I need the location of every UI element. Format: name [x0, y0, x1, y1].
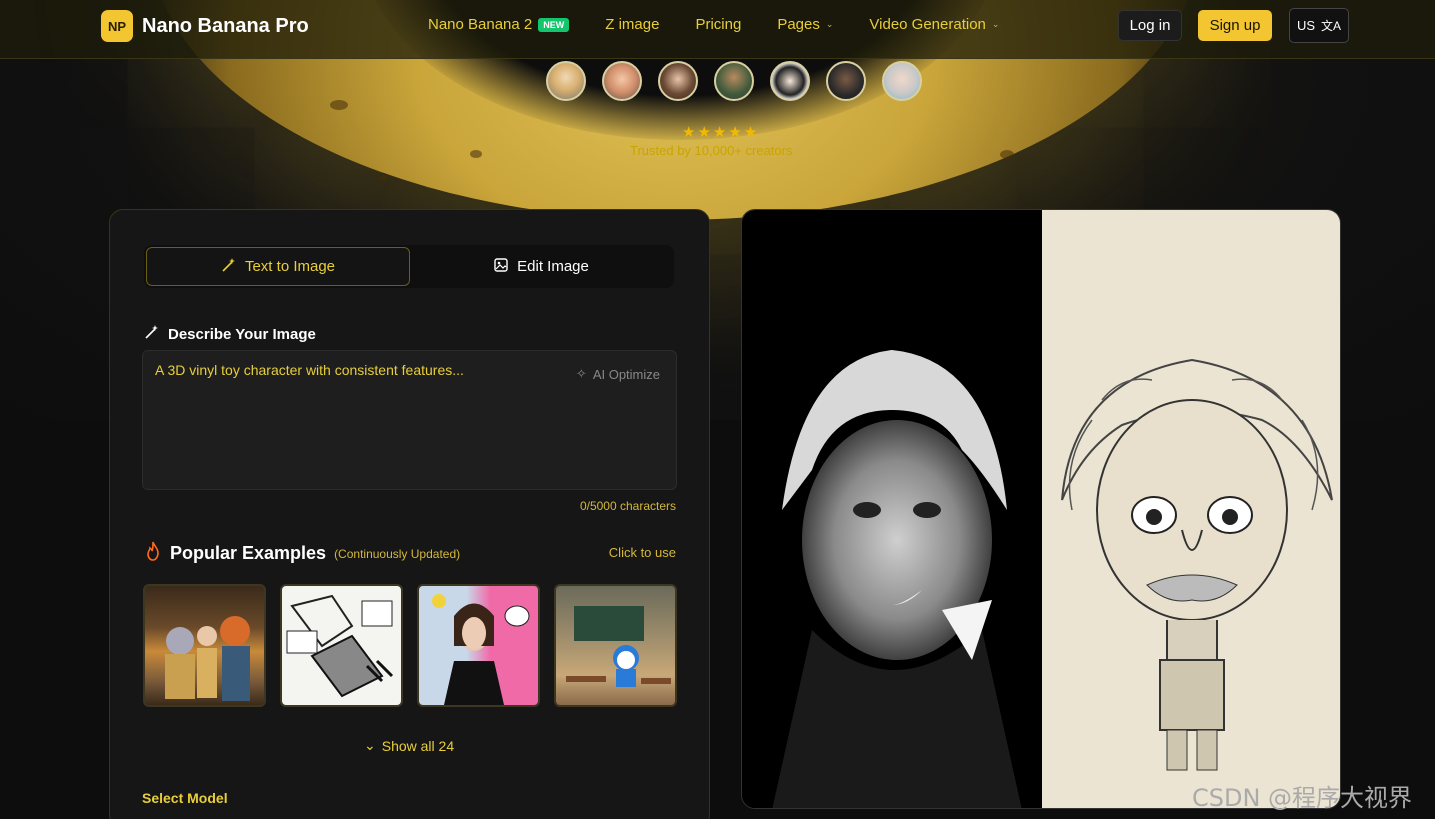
example-thumbnail[interactable]	[417, 584, 540, 707]
banana-spot	[330, 100, 348, 110]
tab-label: Edit Image	[517, 258, 589, 275]
sparkle-icon: ✧	[575, 366, 587, 381]
csdn-watermark: CSDN @程序大视界	[1192, 784, 1413, 812]
select-model-label: Select Model	[142, 790, 228, 806]
avatar	[602, 61, 642, 101]
magic-wand-icon	[144, 324, 160, 344]
examples-subtitle: (Continuously Updated)	[334, 546, 461, 561]
tab-label: Text to Image	[244, 258, 336, 275]
avatar	[546, 61, 586, 101]
nav-label: Nano Banana 2	[428, 16, 533, 33]
show-all-label: Show all 24	[381, 737, 455, 754]
nav-label: Video Generation	[869, 16, 986, 33]
ai-optimize-label: AI Optimize	[592, 366, 660, 382]
brand-name: Nano Banana Pro	[142, 14, 309, 37]
click-to-use-hint: Click to use	[608, 545, 676, 560]
brand-logo[interactable]: NP Nano Banana Pro	[101, 10, 309, 42]
nav-nano-banana-2[interactable]: Nano Banana 2 NEW	[428, 16, 570, 33]
language-label: US	[1296, 18, 1316, 33]
examples-header: Popular Examples (Continuously Updated)	[144, 541, 460, 566]
example-thumbnails	[143, 584, 677, 707]
nav-pages[interactable]: Pages ⌄	[777, 16, 833, 33]
chevron-down-icon: ⌄	[825, 19, 834, 29]
examples-title: Popular Examples	[170, 543, 327, 563]
main-nav: Nano Banana 2 NEW Z image Pricing Pages …	[428, 16, 999, 33]
login-button[interactable]: Log in	[1118, 10, 1182, 41]
translate-icon: 文A	[1321, 19, 1342, 33]
avatar	[882, 61, 922, 101]
top-nav-bar: NP Nano Banana Pro Nano Banana 2 NEW Z i…	[0, 0, 1435, 59]
tab-edit-image[interactable]: Edit Image	[410, 247, 672, 286]
banana-spot	[380, 175, 388, 181]
describe-label: Describe Your Image	[144, 324, 316, 344]
image-icon	[493, 257, 509, 277]
new-badge: NEW	[538, 17, 570, 32]
show-all-examples-button[interactable]: ⌄ Show all 24	[364, 737, 454, 754]
magic-wand-icon	[221, 257, 237, 277]
prompt-placeholder: A 3D vinyl toy character with consistent…	[155, 362, 464, 378]
banana-spot	[470, 150, 482, 158]
avatar	[770, 61, 810, 101]
character-count: 0/5000 characters	[579, 499, 676, 513]
avatar	[826, 61, 866, 101]
ai-optimize-button[interactable]: ✧ AI Optimize	[576, 366, 660, 382]
banana-spot	[1000, 150, 1014, 159]
example-thumbnail[interactable]	[143, 584, 266, 707]
nav-label: Z image	[605, 16, 660, 33]
nav-z-image[interactable]: Z image	[605, 16, 659, 33]
nav-video-generation[interactable]: Video Generation ⌄	[869, 16, 999, 33]
example-thumbnail[interactable]	[554, 584, 677, 707]
nav-label: Pages	[777, 16, 820, 33]
logo-icon: NP	[101, 10, 133, 42]
fire-icon	[144, 541, 162, 566]
sketch-result	[1042, 210, 1340, 808]
avatar	[714, 61, 754, 101]
nav-pricing[interactable]: Pricing	[695, 16, 741, 33]
nav-label: Pricing	[695, 16, 742, 33]
preview-comparison	[741, 209, 1341, 809]
generator-panel: Text to Image Edit Image Describe Your I…	[109, 209, 710, 819]
chevron-down-icon: ⌄	[364, 737, 376, 753]
describe-label-text: Describe Your Image	[168, 325, 316, 343]
example-thumbnail[interactable]	[280, 584, 403, 707]
trust-text: Trusted by 10,000+ creators	[630, 143, 793, 158]
tab-text-to-image[interactable]: Text to Image	[146, 247, 410, 286]
avatar	[658, 61, 698, 101]
language-button[interactable]: US 文A	[1289, 8, 1349, 43]
mode-tabs: Text to Image Edit Image	[144, 245, 674, 288]
original-photo	[742, 210, 1042, 808]
signup-button[interactable]: Sign up	[1198, 10, 1272, 41]
prompt-input[interactable]: A 3D vinyl toy character with consistent…	[142, 350, 677, 490]
creator-avatars	[546, 61, 922, 101]
chevron-down-icon: ⌄	[991, 19, 1000, 29]
rating-stars: ★★★★★	[682, 124, 760, 141]
